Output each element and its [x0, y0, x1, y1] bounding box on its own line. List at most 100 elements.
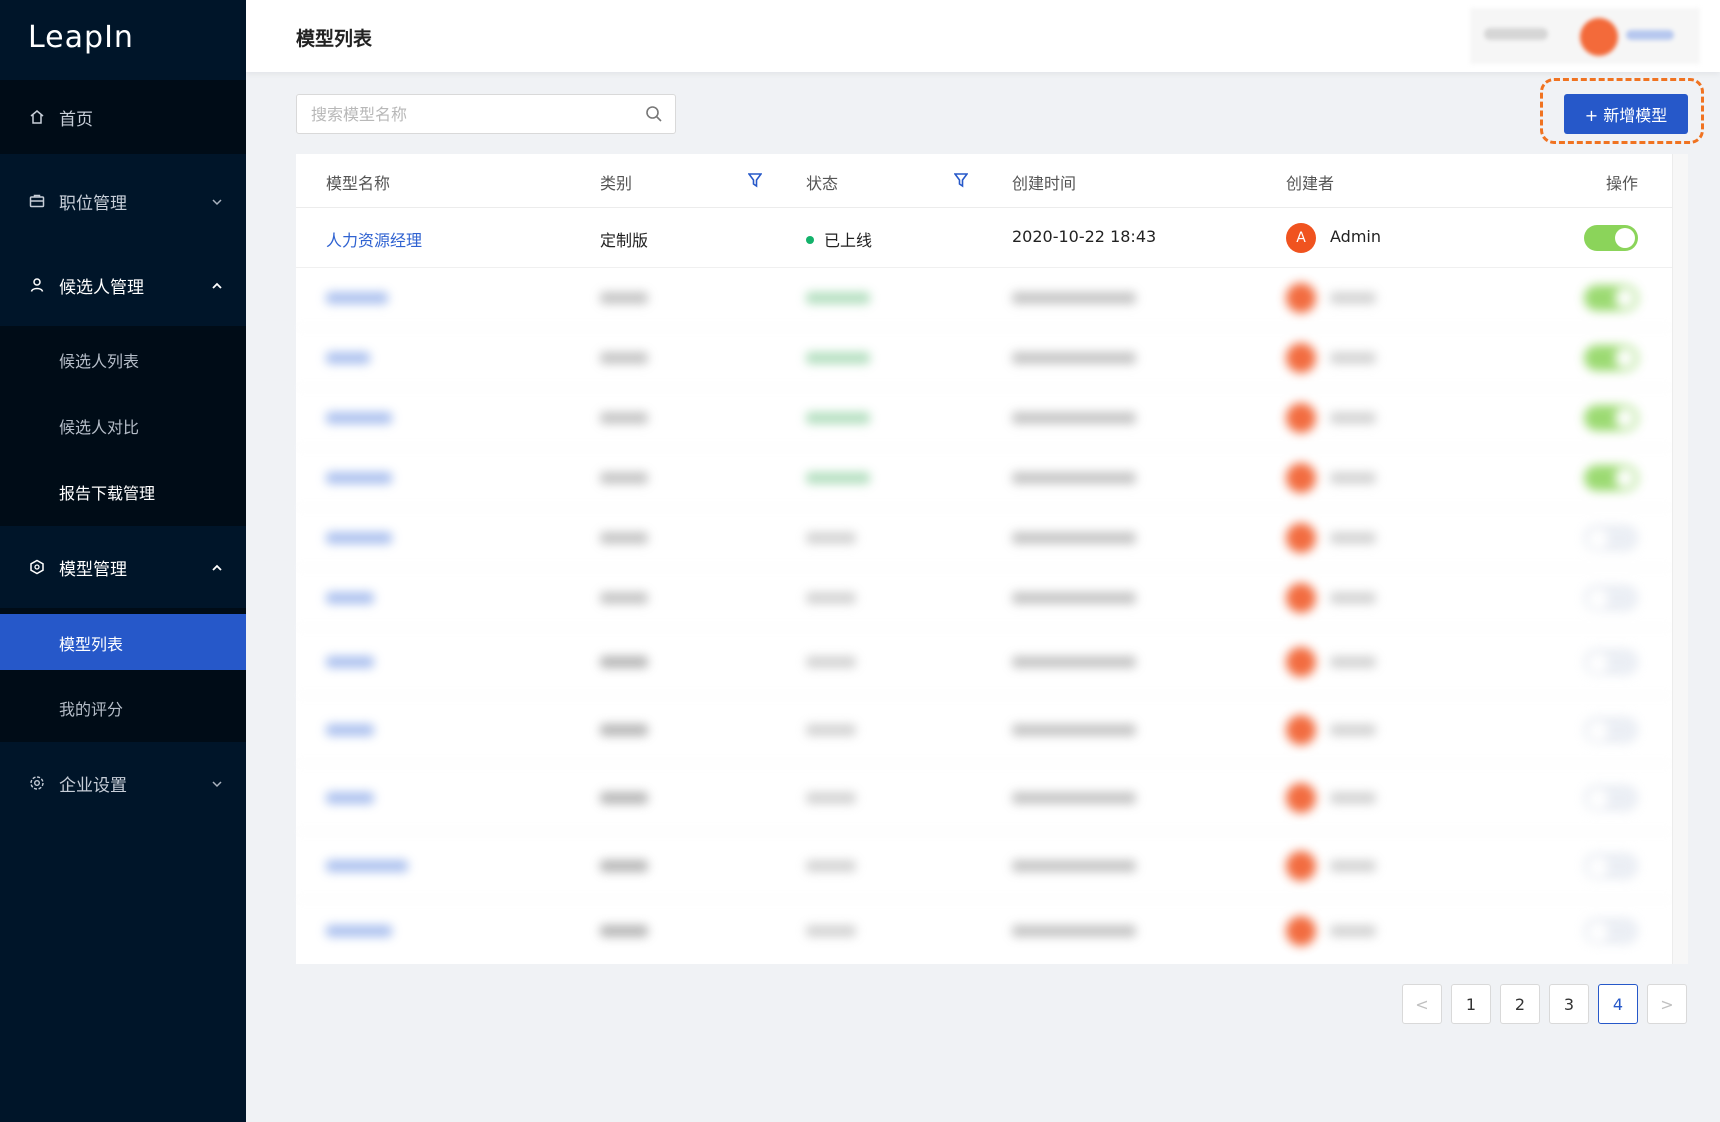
table-row [296, 696, 1672, 764]
sidebar-item-label: 首页 [59, 109, 93, 130]
chevron-up-icon [210, 560, 224, 574]
pagination-page-4[interactable]: 4 [1598, 984, 1638, 1024]
pagination-page-2[interactable]: 2 [1500, 984, 1540, 1024]
enable-toggle[interactable] [1584, 525, 1638, 551]
column-header-category: 类别 [600, 174, 633, 193]
enable-toggle[interactable] [1584, 345, 1638, 371]
enable-toggle[interactable] [1584, 405, 1638, 431]
home-icon [28, 108, 46, 126]
creator-name [1330, 724, 1376, 736]
enable-toggle[interactable] [1584, 585, 1638, 611]
created-time [1012, 352, 1136, 364]
sidebar-item-jobs[interactable]: 职位管理 [0, 164, 246, 238]
enable-toggle[interactable] [1584, 853, 1638, 879]
model-category [600, 292, 648, 304]
enable-toggle[interactable] [1584, 225, 1638, 251]
header: 模型列表 [246, 0, 1720, 72]
sidebar-item-candidate-list[interactable]: 候选人列表 [0, 326, 246, 392]
candidate-submenu: 候选人列表 候选人对比 报告下载管理 [0, 326, 246, 526]
creator-name [1330, 352, 1376, 364]
status-badge [806, 656, 856, 668]
sidebar-item-my-scores[interactable]: 我的评分 [0, 676, 246, 738]
enable-toggle[interactable] [1584, 465, 1638, 491]
pagination-next[interactable]: > [1647, 984, 1687, 1024]
table-row [296, 328, 1672, 388]
chevron-up-icon [210, 278, 224, 292]
status-badge [806, 532, 856, 544]
model-name-link[interactable] [326, 532, 392, 544]
model-name-link[interactable] [326, 292, 388, 304]
sidebar-item-settings[interactable]: 企业设置 [0, 746, 246, 820]
cube-icon [28, 558, 46, 576]
enable-toggle[interactable] [1584, 717, 1638, 743]
model-name-link[interactable] [326, 412, 392, 424]
model-category [600, 592, 648, 604]
header-link [1484, 28, 1548, 40]
sidebar-item-candidates[interactable]: 候选人管理 [0, 248, 246, 322]
table-row [296, 448, 1672, 508]
model-category [600, 860, 648, 872]
model-name-link[interactable] [326, 792, 374, 804]
model-name-link[interactable] [326, 352, 370, 364]
filter-icon[interactable] [953, 172, 969, 188]
user-name [1626, 30, 1674, 40]
user-icon [28, 276, 46, 294]
created-time [1012, 656, 1136, 668]
sidebar-item-models[interactable]: 模型管理 [0, 530, 246, 604]
created-time [1012, 472, 1136, 484]
created-time [1012, 925, 1136, 937]
table-scrollbar[interactable] [1672, 154, 1688, 964]
pagination-page-1[interactable]: 1 [1451, 984, 1491, 1024]
table-row [296, 832, 1672, 900]
created-time [1012, 792, 1136, 804]
status-badge [806, 724, 856, 736]
enable-toggle[interactable] [1584, 649, 1638, 675]
model-category [600, 724, 648, 736]
sidebar-item-home[interactable]: 首页 [0, 80, 246, 154]
creator-name [1330, 472, 1376, 484]
avatar [1286, 851, 1316, 881]
model-name-link[interactable] [326, 860, 408, 872]
model-name-link[interactable] [326, 925, 392, 937]
model-category [600, 656, 648, 668]
toggle-knob [1588, 589, 1608, 609]
model-name-link[interactable] [326, 472, 392, 484]
sidebar-item-label: 职位管理 [59, 193, 127, 214]
model-category: 定制版 [600, 231, 649, 250]
avatar [1286, 403, 1316, 433]
enable-toggle[interactable] [1584, 918, 1638, 944]
model-name-link[interactable] [326, 592, 374, 604]
pagination-page-3[interactable]: 3 [1549, 984, 1589, 1024]
logo[interactable]: LeapIn [0, 0, 246, 80]
add-model-button[interactable]: + 新增模型 [1564, 94, 1688, 134]
sidebar-item-report-download[interactable]: 报告下载管理 [0, 458, 246, 524]
creator-name [1330, 532, 1376, 544]
filter-icon[interactable] [747, 172, 763, 188]
avatar [1286, 916, 1316, 946]
toggle-knob [1588, 857, 1608, 877]
user-menu[interactable] [1470, 8, 1700, 64]
search-input[interactable] [297, 95, 637, 133]
model-name-link[interactable] [326, 656, 374, 668]
pagination-prev[interactable]: < [1402, 984, 1442, 1024]
sidebar-item-candidate-compare[interactable]: 候选人对比 [0, 392, 246, 458]
sidebar-item-label: 我的评分 [59, 700, 124, 719]
enable-toggle[interactable] [1584, 285, 1638, 311]
toggle-knob [1615, 228, 1635, 248]
model-name-link[interactable]: 人力资源经理 [326, 227, 422, 251]
model-name-link[interactable] [326, 724, 374, 736]
created-time [1012, 292, 1136, 304]
sidebar-item-model-list[interactable]: 模型列表 [0, 614, 246, 670]
table-row: 人力资源经理 定制版 已上线 2020-10-22 18:43 A Admin [296, 208, 1672, 268]
creator-name: Admin [1330, 227, 1381, 246]
column-header-name: 模型名称 [326, 174, 391, 193]
created-time [1012, 860, 1136, 872]
creator-name [1330, 925, 1376, 937]
model-submenu: 模型列表 我的评分 [0, 608, 246, 742]
enable-toggle[interactable] [1584, 785, 1638, 811]
created-time: 2020-10-22 18:43 [1012, 227, 1157, 246]
avatar: A [1286, 223, 1316, 253]
sidebar-item-label: 候选人对比 [59, 418, 140, 437]
toggle-knob [1588, 529, 1608, 549]
search-icon[interactable] [645, 105, 663, 123]
